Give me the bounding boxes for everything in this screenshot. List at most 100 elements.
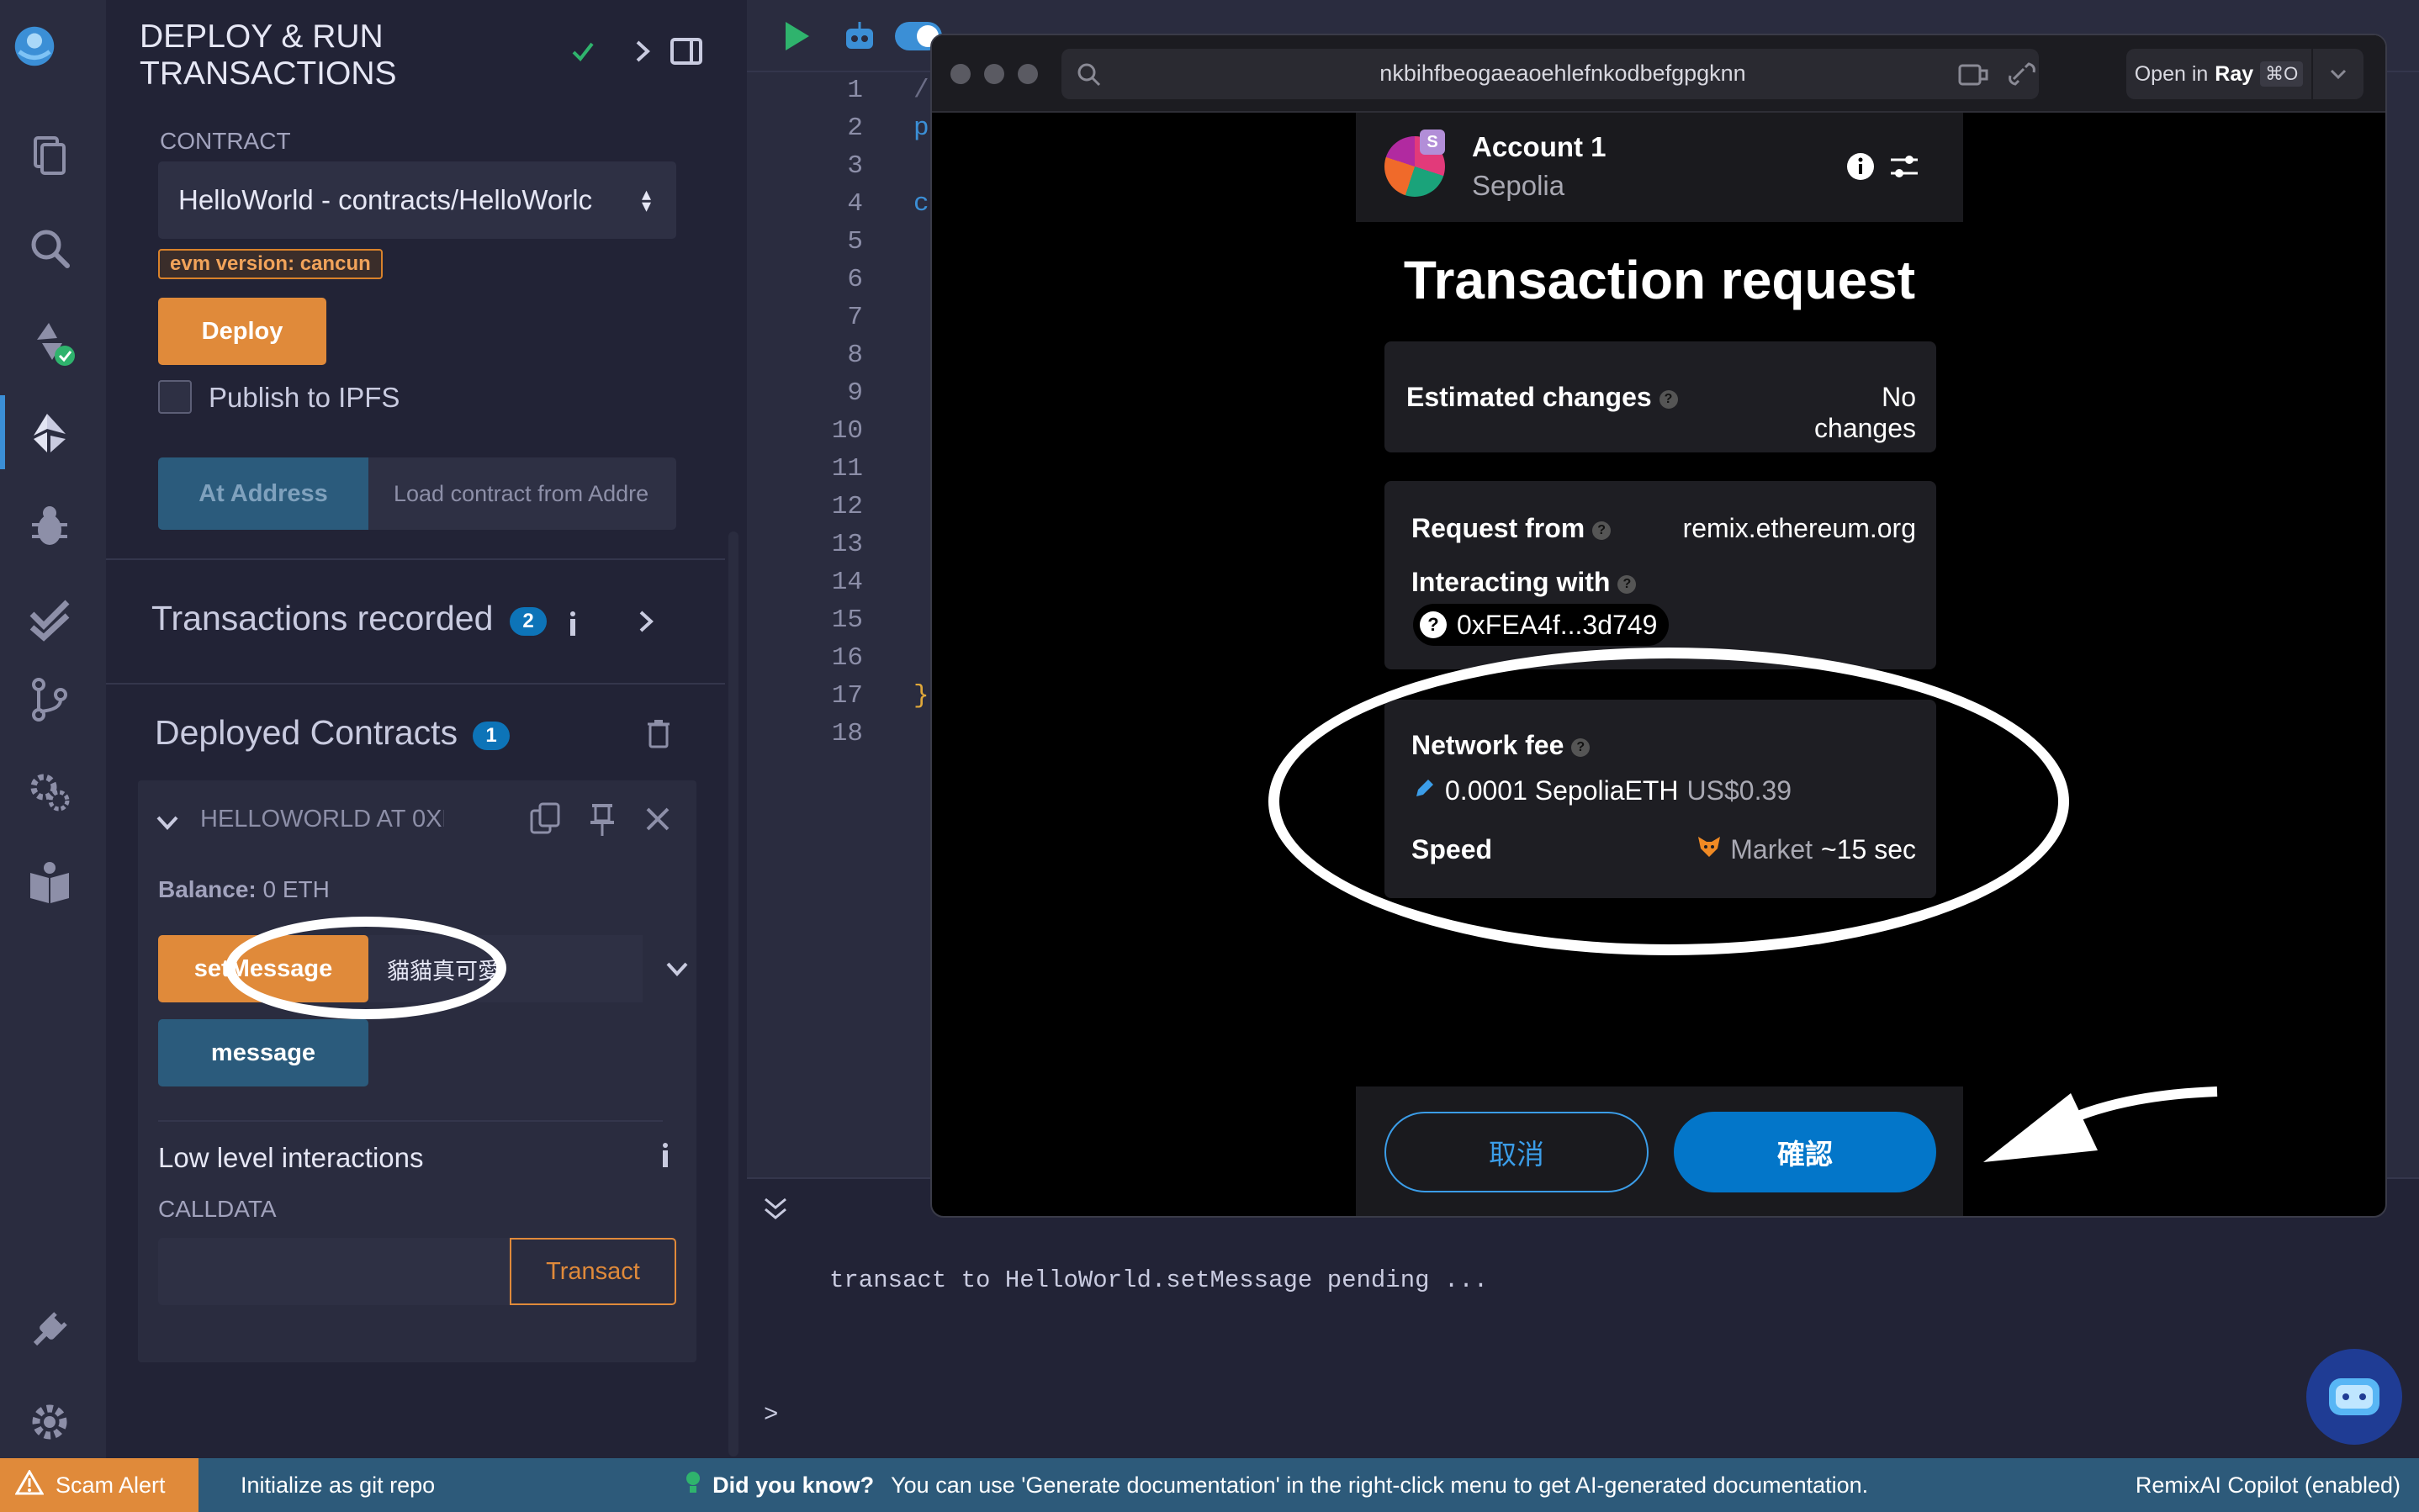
network-name: Sepolia bbox=[1472, 170, 1565, 201]
chevron-down-icon[interactable] bbox=[2313, 49, 2363, 99]
pin-icon[interactable] bbox=[585, 801, 619, 838]
select-arrows-icon: ▴ ▾ bbox=[642, 183, 652, 216]
line-number: 3 bbox=[847, 151, 863, 181]
plugin-settings-icon[interactable] bbox=[24, 765, 76, 817]
window-close-dot[interactable] bbox=[950, 64, 971, 84]
help-icon[interactable]: ? bbox=[1592, 521, 1612, 540]
chevron-down-icon[interactable] bbox=[153, 807, 182, 836]
line-number: 15 bbox=[831, 605, 863, 635]
line-number: 6 bbox=[847, 265, 863, 294]
line-number: 12 bbox=[831, 492, 863, 521]
contract-select[interactable]: HelloWorld - contracts/HelloWorlc ▴ ▾ bbox=[158, 161, 676, 239]
transactions-recorded-label[interactable]: Transactions recorded bbox=[151, 599, 493, 638]
terminal-prompt[interactable]: > bbox=[764, 1401, 778, 1429]
chevron-right-icon[interactable] bbox=[627, 37, 656, 66]
deployed-contracts-label: Deployed Contracts bbox=[155, 713, 458, 752]
file-explorer-icon[interactable] bbox=[24, 130, 76, 182]
panel-title-line1: DEPLOY & RUN bbox=[140, 19, 384, 55]
low-level-label: Low level interactions bbox=[158, 1142, 424, 1173]
search-icon bbox=[1075, 61, 1104, 89]
trash-icon[interactable] bbox=[644, 716, 673, 750]
cancel-button[interactable]: 取消 bbox=[1384, 1112, 1649, 1192]
icon-rail bbox=[0, 0, 106, 1458]
play-run-icon[interactable] bbox=[779, 19, 814, 54]
deploy-run-icon[interactable] bbox=[24, 407, 76, 459]
code-fragment[interactable]: c bbox=[913, 189, 929, 219]
code-fragment[interactable]: } bbox=[913, 681, 929, 711]
confirm-button[interactable]: 確認 bbox=[1674, 1112, 1936, 1192]
remix-logo-icon[interactable] bbox=[8, 20, 89, 101]
unknown-contract-icon: ? bbox=[1420, 611, 1447, 638]
extension-icon[interactable] bbox=[1956, 61, 1990, 89]
at-address-button[interactable]: At Address bbox=[158, 457, 368, 530]
link-icon[interactable] bbox=[2005, 61, 2039, 89]
scam-alert-button[interactable]: Scam Alert bbox=[0, 1458, 198, 1512]
line-number: 1 bbox=[847, 76, 863, 105]
active-indicator bbox=[0, 395, 5, 469]
git-init-link[interactable]: Initialize as git repo bbox=[241, 1472, 435, 1499]
message-button[interactable]: message bbox=[158, 1019, 368, 1086]
collapse-terminal-icon[interactable] bbox=[760, 1194, 791, 1224]
info-icon[interactable] bbox=[651, 1137, 680, 1171]
chevron-right-icon[interactable] bbox=[631, 607, 659, 636]
info-icon[interactable] bbox=[558, 605, 587, 639]
url-text[interactable]: nkbihfbeogaeaoehlefnkodbefgpgknn bbox=[1184, 61, 1941, 87]
panel-title: DEPLOY & RUN TRANSACTIONS bbox=[140, 19, 397, 93]
sliders-icon[interactable] bbox=[1887, 150, 1921, 183]
estimated-changes-text: Estimated changes bbox=[1406, 382, 1652, 412]
solidity-compiler-icon[interactable] bbox=[24, 315, 76, 367]
help-icon[interactable]: ? bbox=[1659, 389, 1678, 409]
line-number: 14 bbox=[831, 568, 863, 597]
publish-ipfs-checkbox[interactable] bbox=[158, 380, 192, 414]
window-minimize-dot[interactable] bbox=[984, 64, 1004, 84]
ai-assistant-icon[interactable] bbox=[2306, 1349, 2402, 1445]
instance-name[interactable]: HELLOWORLD AT 0XFEA...3 bbox=[200, 806, 444, 833]
chevron-down-icon[interactable] bbox=[663, 954, 691, 982]
panel-toggle-icon[interactable] bbox=[670, 37, 703, 66]
contract-address-pill[interactable]: ? 0xFEA4f...3d749 bbox=[1413, 604, 1670, 646]
copilot-status[interactable]: RemixAI Copilot (enabled) bbox=[2136, 1472, 2400, 1499]
transact-button[interactable]: Transact bbox=[510, 1238, 676, 1305]
terminal-panel bbox=[747, 1177, 2419, 1458]
at-address-input[interactable]: Load contract from Addre bbox=[368, 457, 676, 530]
request-from-value: remix.ethereum.org bbox=[1682, 513, 1916, 543]
divider bbox=[106, 683, 725, 685]
debugger-icon[interactable] bbox=[24, 500, 76, 552]
tip-area: Did you know? You can use 'Generate docu… bbox=[684, 1469, 1868, 1502]
open-in-ray-button[interactable]: Open in Ray ⌘O bbox=[2126, 49, 2311, 99]
line-number: 9 bbox=[847, 378, 863, 408]
evm-version-badge: evm version: cancun bbox=[158, 249, 383, 279]
ai-robot-icon[interactable] bbox=[841, 19, 878, 56]
info-icon[interactable] bbox=[1845, 151, 1876, 182]
did-you-know-label: Did you know? bbox=[712, 1472, 875, 1498]
learneth-book-icon[interactable] bbox=[24, 858, 76, 910]
line-number: 2 bbox=[847, 114, 863, 143]
testing-check-icon[interactable] bbox=[24, 592, 76, 644]
close-icon[interactable] bbox=[643, 804, 673, 834]
line-number: 13 bbox=[831, 530, 863, 559]
plugin-plug-icon[interactable] bbox=[24, 1303, 76, 1356]
panel-title-line2: TRANSACTIONS bbox=[140, 56, 397, 92]
highlight-ellipse bbox=[225, 917, 506, 1019]
code-fragment[interactable]: p bbox=[913, 114, 929, 143]
git-branch-icon[interactable] bbox=[24, 673, 76, 725]
help-icon[interactable]: ? bbox=[1617, 574, 1637, 594]
settings-gear-icon[interactable] bbox=[24, 1396, 76, 1448]
window-maximize-dot[interactable] bbox=[1018, 64, 1038, 84]
open-in-label: Open in bbox=[2134, 61, 2209, 86]
account-name[interactable]: Account 1 bbox=[1472, 131, 1606, 163]
balance-value: 0 ETH bbox=[262, 876, 330, 902]
search-icon[interactable] bbox=[24, 222, 76, 274]
panel-scrollbar[interactable] bbox=[728, 531, 738, 1456]
calldata-input[interactable] bbox=[158, 1238, 510, 1305]
code-fragment[interactable]: / bbox=[913, 76, 929, 105]
deployed-count-badge: 1 bbox=[473, 722, 510, 750]
scam-alert-label: Scam Alert bbox=[56, 1472, 166, 1498]
tx-recorded-count-badge: 2 bbox=[510, 607, 547, 636]
estimated-changes-label: Estimated changes ? bbox=[1406, 382, 1678, 413]
request-from-text: Request from bbox=[1411, 513, 1585, 543]
copy-icon[interactable] bbox=[528, 801, 562, 838]
highlight-ellipse bbox=[1268, 648, 2069, 955]
contract-label: CONTRACT bbox=[160, 128, 291, 154]
deploy-button[interactable]: Deploy bbox=[158, 298, 326, 365]
